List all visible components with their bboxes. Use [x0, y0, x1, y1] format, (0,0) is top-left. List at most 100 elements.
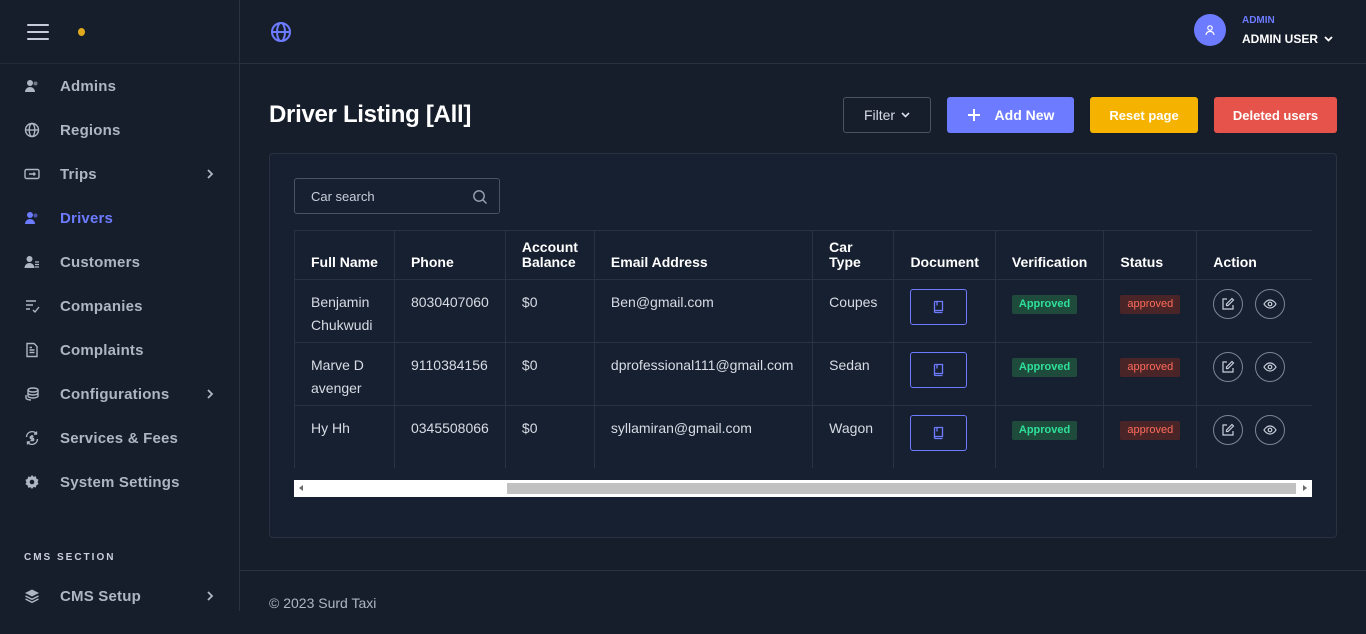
- sidebar-item-companies[interactable]: Companies: [0, 284, 239, 328]
- column-header-action: Action: [1196, 230, 1312, 280]
- cms-nav: CMS Setup: [0, 574, 239, 618]
- reset-page-button[interactable]: Reset page: [1090, 97, 1198, 133]
- edit-icon: [1222, 297, 1235, 310]
- sidebar-item-system-settings[interactable]: System Settings: [0, 460, 239, 504]
- avatar[interactable]: [1193, 14, 1226, 46]
- column-header-email[interactable]: Email Address: [594, 230, 814, 280]
- scroll-left-arrow-icon[interactable]: [299, 485, 303, 491]
- chevron-down-icon: [901, 112, 910, 118]
- cell-phone: 8030407060: [394, 279, 506, 343]
- view-document-button[interactable]: [910, 352, 968, 388]
- car-search-input[interactable]: [311, 188, 461, 204]
- edit-button[interactable]: [1213, 289, 1244, 319]
- logo[interactable]: [78, 27, 85, 36]
- column-header-full-name[interactable]: Full Name: [295, 230, 395, 280]
- cell-full-name: Marve D avenger: [295, 342, 395, 406]
- sidebar-item-label: Customers: [60, 253, 141, 271]
- book-icon: [933, 426, 944, 440]
- cell-email: Ben@gmail.com: [594, 279, 814, 343]
- eye-icon: [1263, 299, 1277, 309]
- column-header-car-type[interactable]: Car Type: [812, 230, 895, 280]
- sidebar-item-label: CMS Setup: [60, 587, 141, 605]
- filter-button-label: Filter: [863, 107, 896, 123]
- table-row: Marve D avenger 9110384156 $0 dprofessio…: [295, 342, 1312, 406]
- cell-email: dprofessional111@gmail.com: [594, 342, 814, 406]
- column-header-account-balance[interactable]: Account Balance: [505, 230, 595, 280]
- plus-icon: [967, 109, 980, 121]
- edit-button[interactable]: [1213, 352, 1244, 382]
- sidebar: Admins Regions Trips Drivers Customers C…: [0, 0, 240, 611]
- sidebar-item-label: Companies: [60, 297, 143, 315]
- document-icon: [24, 342, 40, 358]
- sidebar-item-cms-setup[interactable]: CMS Setup: [0, 574, 239, 618]
- scrollbar-thumb[interactable]: [507, 483, 1296, 494]
- add-new-button[interactable]: Add New: [947, 97, 1074, 133]
- scroll-right-arrow-icon[interactable]: [1303, 485, 1307, 491]
- view-document-button[interactable]: [910, 289, 968, 325]
- page-title: Driver Listing [All]: [269, 101, 472, 128]
- view-button[interactable]: [1255, 352, 1286, 382]
- user-info: ADMIN ADMIN USER: [1242, 15, 1333, 46]
- deleted-users-button[interactable]: Deleted users: [1214, 97, 1337, 133]
- filter-button[interactable]: Filter: [843, 97, 931, 133]
- sidebar-top: [0, 0, 239, 64]
- column-header-status[interactable]: Status: [1103, 230, 1198, 280]
- row-actions: [1213, 415, 1296, 445]
- language-globe-icon[interactable]: [270, 21, 292, 43]
- view-button[interactable]: [1255, 289, 1286, 319]
- drivers-table-container: Full Name Phone Account Balance Email Ad…: [294, 230, 1312, 468]
- eye-icon: [1263, 362, 1277, 372]
- table-header-row: Full Name Phone Account Balance Email Ad…: [295, 230, 1312, 280]
- horizontal-scrollbar[interactable]: [294, 480, 1312, 497]
- sidebar-item-complaints[interactable]: Complaints: [0, 328, 239, 372]
- user-list-icon: [24, 254, 40, 270]
- verification-badge: Approved: [1011, 358, 1078, 377]
- sidebar-item-label: Configurations: [60, 385, 170, 403]
- cell-document: [893, 342, 996, 406]
- view-document-button[interactable]: [910, 415, 968, 451]
- sidebar-item-customers[interactable]: Customers: [0, 240, 239, 284]
- ticket-icon: [24, 166, 40, 182]
- sidebar-item-admins[interactable]: Admins: [0, 64, 239, 108]
- add-new-label: Add New: [994, 107, 1055, 123]
- cell-action: [1196, 405, 1312, 468]
- menu-toggle-icon[interactable]: [27, 23, 49, 40]
- refresh-money-icon: [24, 430, 40, 446]
- column-header-document[interactable]: Document: [893, 230, 996, 280]
- table-row: Benjamin Chukwudi 8030407060 $0 Ben@gmai…: [295, 279, 1312, 343]
- chevron-right-icon: [207, 389, 214, 399]
- cell-car-type: Sedan: [812, 342, 895, 406]
- sidebar-item-label: Admins: [60, 77, 117, 95]
- drivers-table: Full Name Phone Account Balance Email Ad…: [295, 230, 1312, 468]
- cell-full-name: Benjamin Chukwudi: [295, 279, 395, 343]
- users-icon: [24, 78, 40, 94]
- user-name[interactable]: ADMIN USER: [1242, 32, 1333, 46]
- cell-status: approved: [1103, 342, 1198, 406]
- sidebar-item-configurations[interactable]: Configurations: [0, 372, 239, 416]
- globe-icon: [24, 122, 40, 138]
- sidebar-item-regions[interactable]: Regions: [0, 108, 239, 152]
- edit-button[interactable]: [1213, 415, 1244, 445]
- status-badge: approved: [1120, 295, 1181, 314]
- copyright-text: © 2023 Surd Taxi: [269, 595, 377, 611]
- user-menu[interactable]: ADMIN ADMIN USER: [1193, 14, 1333, 46]
- sidebar-item-drivers[interactable]: Drivers: [0, 196, 239, 240]
- book-icon: [933, 363, 944, 377]
- cell-document: [893, 279, 996, 343]
- cell-car-type: Coupes: [812, 279, 895, 343]
- cell-balance: $0: [505, 405, 595, 468]
- view-button[interactable]: [1255, 415, 1286, 445]
- car-search-box[interactable]: [294, 178, 500, 214]
- row-actions: [1213, 352, 1296, 382]
- sidebar-item-services-fees[interactable]: Services & Fees: [0, 416, 239, 460]
- column-header-verification[interactable]: Verification: [995, 230, 1105, 280]
- sidebar-item-label: Regions: [60, 121, 121, 139]
- column-header-phone[interactable]: Phone: [394, 230, 506, 280]
- chevron-right-icon: [207, 169, 214, 179]
- sidebar-item-trips[interactable]: Trips: [0, 152, 239, 196]
- verification-badge: Approved: [1011, 295, 1078, 314]
- edit-icon: [1222, 360, 1235, 373]
- footer: © 2023 Surd Taxi: [240, 570, 1366, 634]
- cms-section-heading: CMS SECTION: [24, 552, 116, 563]
- search-icon[interactable]: [472, 189, 488, 205]
